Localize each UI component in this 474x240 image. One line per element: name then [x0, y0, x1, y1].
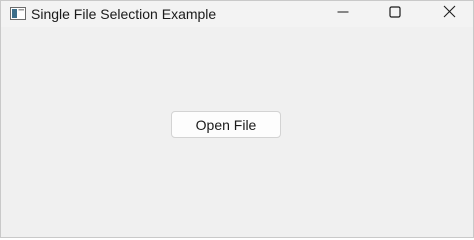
- app-window: Single File Selection Example Open File: [0, 0, 474, 238]
- maximize-button[interactable]: [373, 1, 417, 27]
- window-client-area: Open File: [1, 27, 473, 237]
- title-bar[interactable]: Single File Selection Example: [1, 1, 473, 27]
- open-file-button[interactable]: Open File: [171, 111, 281, 138]
- minimize-icon: [337, 5, 349, 23]
- minimize-button[interactable]: [321, 1, 365, 27]
- close-icon: [443, 5, 456, 23]
- close-button[interactable]: [427, 1, 471, 27]
- window-title: Single File Selection Example: [31, 6, 217, 22]
- window-app-icon: [10, 7, 26, 20]
- maximize-icon: [389, 5, 401, 23]
